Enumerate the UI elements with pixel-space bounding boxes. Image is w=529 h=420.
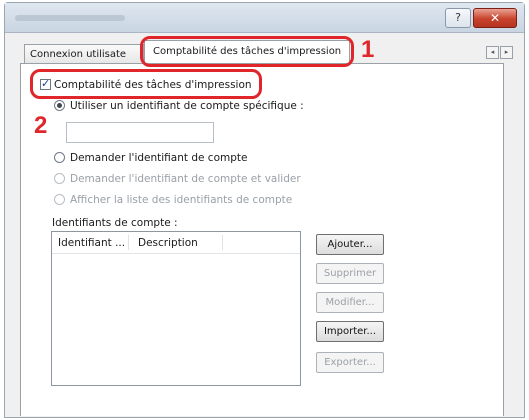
title-bar[interactable]: ? ✕ [5, 3, 524, 33]
radio-show-list-label: Afficher la liste des identifiants de co… [70, 194, 293, 206]
radio-show-list: Afficher la liste des identifiants de co… [54, 194, 292, 206]
column-header-identifiant[interactable]: Identifiant ... [58, 237, 125, 249]
radio-specific-account-label: Utiliser un identifiant de compte spécif… [70, 100, 304, 112]
help-button[interactable]: ? [445, 8, 471, 28]
radio-prompt-validate-icon [54, 173, 65, 184]
edit-button: Modifier... [316, 292, 384, 313]
column-divider[interactable] [128, 235, 129, 250]
tab-connexion-utilisateur[interactable]: Connexion utilisate [24, 44, 144, 64]
delete-button: Supprimer [316, 263, 384, 284]
radio-prompt-account[interactable]: Demander l'identifiant de compte [54, 152, 247, 164]
close-button[interactable]: ✕ [473, 8, 517, 28]
callout-highlight-tab [140, 36, 354, 67]
radio-specific-account-icon[interactable] [54, 100, 65, 111]
account-list-label: Identifiants de compte : [52, 217, 178, 229]
tab-scroll-right-icon[interactable]: ▸ [500, 46, 513, 59]
column-header-description[interactable]: Description [138, 237, 198, 249]
callout-number-2: 2 [34, 112, 48, 139]
radio-show-list-icon [54, 194, 65, 205]
radio-prompt-account-icon[interactable] [54, 152, 65, 163]
tab-scroll-left-icon[interactable]: ◂ [486, 46, 499, 59]
close-icon: ✕ [489, 11, 501, 25]
radio-prompt-validate: Demander l'identifiant de compte et vali… [54, 173, 301, 185]
callout-number-1: 1 [361, 36, 375, 63]
column-divider[interactable] [222, 235, 223, 250]
account-list-header: Identifiant ... Description [52, 232, 300, 254]
account-id-input[interactable] [66, 122, 214, 143]
radio-specific-account[interactable]: Utiliser un identifiant de compte spécif… [54, 100, 304, 112]
radio-prompt-account-label: Demander l'identifiant de compte [70, 152, 248, 164]
window-title [15, 15, 125, 21]
import-button[interactable]: Importer... [316, 321, 384, 342]
add-button[interactable]: Ajouter... [316, 234, 384, 255]
account-list[interactable]: Identifiant ... Description [51, 231, 301, 386]
radio-prompt-validate-label: Demander l'identifiant de compte et vali… [70, 173, 301, 185]
export-button: Exporter... [316, 352, 384, 373]
callout-highlight-checkbox [30, 69, 262, 99]
